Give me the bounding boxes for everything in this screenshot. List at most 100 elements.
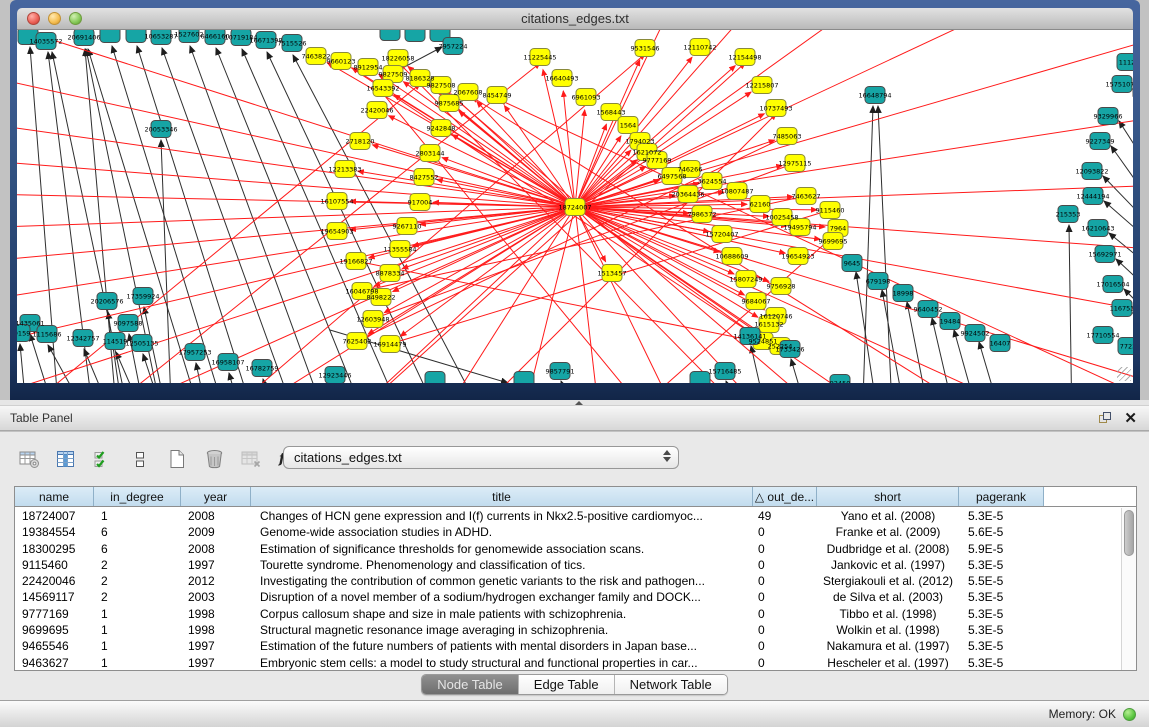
table-cell: 1997 (181, 638, 251, 654)
graph-node-label: 10688609 (715, 252, 748, 260)
table-row[interactable]: 946554611997Estimation of the future num… (15, 638, 1121, 654)
table-cell: Jankovic et al. (1997) (817, 557, 959, 573)
graph-node[interactable] (380, 30, 400, 41)
table-cell: 0 (753, 557, 817, 573)
graph-node-label: 1564 (620, 121, 637, 129)
table-cell: 0 (753, 541, 817, 557)
graph-node-label: 18226058 (381, 54, 414, 62)
tab-node-table[interactable]: Node Table (422, 675, 518, 694)
graph-edge (400, 207, 575, 336)
graph-node[interactable] (405, 30, 425, 42)
graph-edge (575, 177, 1133, 207)
graph-edge (190, 46, 330, 383)
graph-node-label: 10807487 (720, 187, 753, 195)
tab-network-table[interactable]: Network Table (614, 675, 727, 694)
network-canvas[interactable]: 1403557220691406106532871527602646616010… (17, 30, 1133, 383)
minimize-window-button[interactable] (48, 12, 61, 25)
zoom-window-button[interactable] (69, 12, 82, 25)
table-cell: 2 (94, 557, 181, 573)
table-cell: 5.5E-5 (959, 573, 1044, 589)
graph-node-label: 15692971 (1088, 250, 1121, 258)
column-header-title[interactable]: title (251, 487, 753, 506)
column-header-pagerank[interactable]: pagerank (959, 487, 1044, 506)
row-selection-icon[interactable] (90, 446, 116, 472)
table-cell: 1997 (181, 655, 251, 670)
graph-node[interactable] (690, 372, 710, 384)
graph-edge (575, 207, 1133, 352)
table-cell: Nakamura et al. (1997) (817, 638, 959, 654)
table-vertical-scrollbar[interactable] (1121, 508, 1136, 670)
graph-edge (112, 46, 230, 383)
delete-table-icon[interactable] (238, 446, 264, 472)
network-window-titlebar[interactable]: citations_edges.txt (17, 8, 1133, 30)
table-row[interactable]: 977716911998Corpus callosum shape and si… (15, 606, 1121, 622)
graph-node[interactable] (425, 372, 445, 384)
graph-node-label: 7485063 (773, 132, 802, 140)
graph-node-label: 12110742 (683, 43, 716, 51)
column-header-year[interactable]: year (181, 487, 251, 506)
table-panel-title: Table Panel (10, 411, 73, 425)
graph-node-label: 12923446 (318, 371, 351, 379)
table-panel-body: f(x) citations_edges.txt name in_degree … (0, 432, 1149, 700)
citation-network-graph: 1403557220691406106532871527602646616010… (17, 30, 1133, 383)
table-cell: 5.3E-5 (959, 638, 1044, 654)
table-cell: 1 (94, 638, 181, 654)
column-header-name[interactable]: name (15, 487, 94, 506)
column-header-short[interactable]: short (817, 487, 959, 506)
graph-edge (543, 70, 575, 207)
new-column-icon[interactable] (164, 446, 190, 472)
table-cell: 2 (94, 589, 181, 605)
column-header-out-degree[interactable]: △ out_de... (753, 487, 817, 506)
close-window-button[interactable] (27, 12, 40, 25)
table-cell: 1998 (181, 606, 251, 622)
table-cell: Franke et al. (2009) (817, 524, 959, 540)
table-row[interactable]: 1938455462009Genome-wide association stu… (15, 524, 1121, 540)
graph-node[interactable] (100, 30, 120, 43)
graph-node[interactable] (126, 30, 146, 43)
application-window: citations_edges.txt 14035572206914061065… (0, 0, 1149, 727)
table-row[interactable]: 1830029562008Estimation of significance … (15, 541, 1121, 557)
table-row[interactable]: 1872400712008Changes of HCN gene express… (15, 508, 1121, 524)
graph-node-label: 16648794 (858, 91, 891, 99)
graph-node-label: 1621072 (633, 148, 662, 156)
table-cell: 2012 (181, 573, 251, 589)
table-row[interactable]: 946362711997Embryonic stem cells: a mode… (15, 655, 1121, 670)
splitter-collapse-handle[interactable] (575, 401, 583, 405)
graph-node-label: 3624554 (698, 177, 727, 185)
float-panel-icon[interactable] (1099, 412, 1112, 425)
graph-node-label: 16782759 (245, 364, 278, 372)
memory-ok-icon[interactable] (1123, 708, 1136, 721)
graph-node-label: 1568443 (597, 108, 626, 116)
table-cell: 19384554 (15, 524, 94, 540)
table-cell: 5.3E-5 (959, 589, 1044, 605)
table-cell: 22420046 (15, 573, 94, 589)
graph-node-label: 22420046 (360, 106, 393, 114)
table-row[interactable]: 969969511998Structural magnetic resonanc… (15, 622, 1121, 638)
status-bar: Memory: OK (0, 700, 1149, 727)
table-cell: 5.3E-5 (959, 655, 1044, 670)
show-columns-icon[interactable] (53, 446, 79, 472)
graph-node[interactable] (514, 372, 534, 384)
close-panel-icon[interactable]: ✕ (1124, 411, 1137, 426)
graph-edge (161, 140, 172, 383)
table-cell: Genome-wide association studies in ADHD. (251, 524, 753, 540)
scrollbar-thumb[interactable] (1124, 510, 1134, 556)
graph-node-label: 1115686 (33, 330, 62, 338)
graph-edge (86, 49, 165, 383)
graph-node-label: 679198 (866, 277, 891, 285)
graph-node-label: 2718120 (346, 137, 375, 145)
table-cell: 1 (94, 606, 181, 622)
column-header-in-degree[interactable]: in_degree (94, 487, 181, 506)
table-row[interactable]: 911546021997Tourette syndrome. Phenomeno… (15, 557, 1121, 573)
traffic-lights (27, 8, 82, 29)
table-row[interactable]: 2242004622012Investigating the contribut… (15, 573, 1121, 589)
graph-node-label: 19166827 (339, 257, 372, 265)
tab-edge-table[interactable]: Edge Table (518, 675, 614, 694)
window-resize-grip[interactable] (1117, 367, 1131, 381)
table-row[interactable]: 1456911722003Disruption of a novel membe… (15, 589, 1121, 605)
table-mode-icon[interactable] (16, 446, 42, 472)
table-selector-dropdown[interactable]: citations_edges.txt (283, 446, 679, 469)
graph-node-label: 9827509 (379, 70, 408, 78)
delete-column-icon[interactable] (201, 446, 227, 472)
toggle-rows-icon[interactable] (127, 446, 153, 472)
